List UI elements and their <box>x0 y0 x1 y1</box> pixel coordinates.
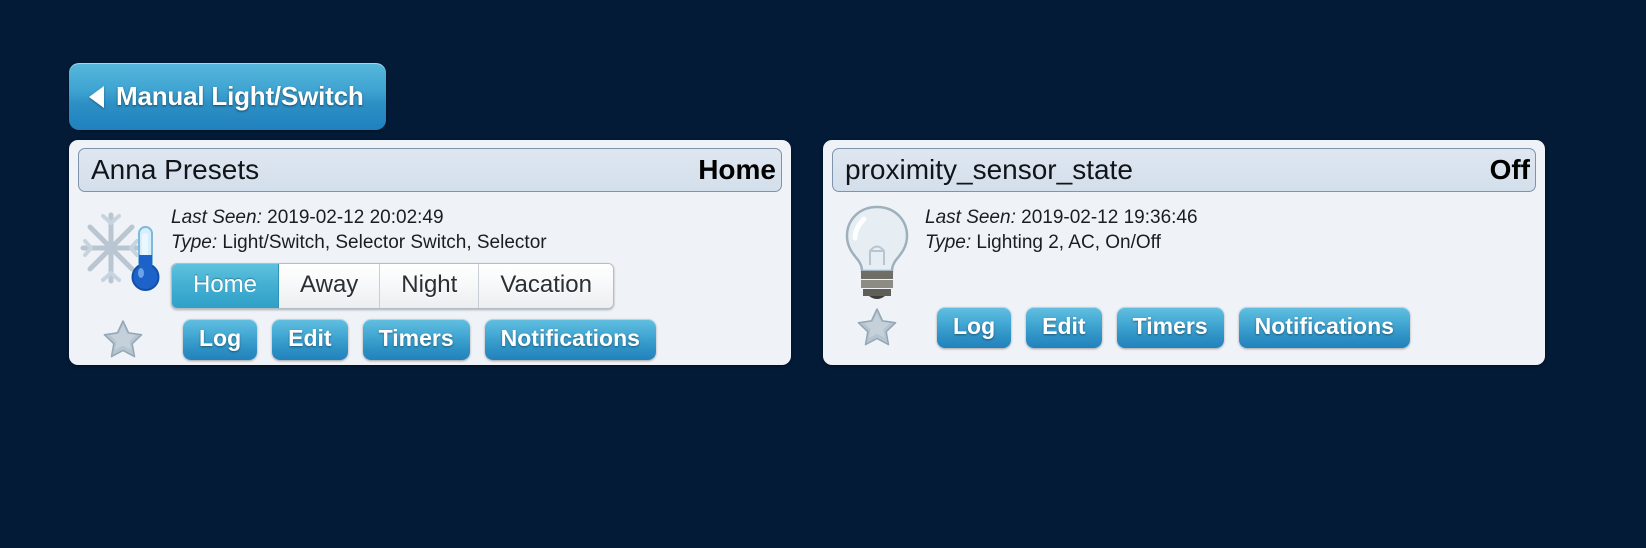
light-bulb-icon <box>829 201 925 299</box>
snowflake-thermometer-icon <box>75 201 171 297</box>
back-button[interactable]: Manual Light/Switch <box>69 63 386 130</box>
status-badge: Home <box>698 154 776 185</box>
star-icon[interactable] <box>75 318 171 360</box>
device-card-header: Anna Presets Home <box>78 148 782 192</box>
device-card-details: Last Seen: 2019-02-12 19:36:46 Type: Lig… <box>925 201 1545 297</box>
device-type: Type: Light/Switch, Selector Switch, Sel… <box>171 230 791 255</box>
device-card: Anna Presets Home Last Seen: 2019-02-12 … <box>69 140 791 365</box>
star-icon[interactable] <box>829 306 925 348</box>
timers-button[interactable]: Timers <box>1116 306 1224 348</box>
device-card-actions: Log Edit Timers Notifications <box>75 309 791 360</box>
device-last-seen-label: Last Seen: <box>171 207 262 228</box>
device-card-details: Last Seen: 2019-02-12 20:02:49 Type: Lig… <box>171 201 791 309</box>
log-button[interactable]: Log <box>937 306 1012 348</box>
device-last-seen: Last Seen: 2019-02-12 19:36:46 <box>925 205 1545 230</box>
device-card-actions: Log Edit Timers Notifications <box>829 297 1545 348</box>
notifications-button[interactable]: Notifications <box>1238 306 1410 348</box>
back-button-label: Manual Light/Switch <box>116 81 364 111</box>
device-title: proximity_sensor_state <box>845 154 1133 185</box>
device-type-label: Type: <box>925 232 972 253</box>
timers-button[interactable]: Timers <box>362 318 470 360</box>
device-card-header: proximity_sensor_state Off <box>832 148 1536 192</box>
selector-switch: Home Away Night Vacation <box>171 263 614 309</box>
device-title: Anna Presets <box>91 154 260 185</box>
device-type-value: Lighting 2, AC, On/Off <box>976 232 1161 253</box>
device-last-seen-value: 2019-02-12 20:02:49 <box>267 207 444 228</box>
device-last-seen: Last Seen: 2019-02-12 20:02:49 <box>171 205 791 230</box>
selector-option-night[interactable]: Night <box>380 264 480 308</box>
back-arrow-icon <box>89 85 104 108</box>
status-badge: Off <box>1489 154 1530 185</box>
device-last-seen-value: 2019-02-12 19:36:46 <box>1021 207 1198 228</box>
selector-option-home[interactable]: Home <box>172 264 280 308</box>
device-card-body: Last Seen: 2019-02-12 19:36:46 Type: Lig… <box>823 192 1545 299</box>
device-card: proximity_sensor_state Off Last Seen: 20… <box>823 140 1545 365</box>
edit-button[interactable]: Edit <box>1026 306 1102 348</box>
device-type-value: Light/Switch, Selector Switch, Selector <box>222 232 547 253</box>
selector-option-vacation[interactable]: Vacation <box>479 264 613 308</box>
breadcrumb: Manual Light/Switch <box>69 63 386 130</box>
notifications-button[interactable]: Notifications <box>484 318 656 360</box>
device-card-body: Last Seen: 2019-02-12 20:02:49 Type: Lig… <box>69 192 791 309</box>
log-button[interactable]: Log <box>183 318 258 360</box>
device-last-seen-label: Last Seen: <box>925 207 1016 228</box>
device-type: Type: Lighting 2, AC, On/Off <box>925 230 1545 255</box>
selector-option-away[interactable]: Away <box>279 264 381 308</box>
device-type-label: Type: <box>171 232 218 253</box>
edit-button[interactable]: Edit <box>272 318 348 360</box>
